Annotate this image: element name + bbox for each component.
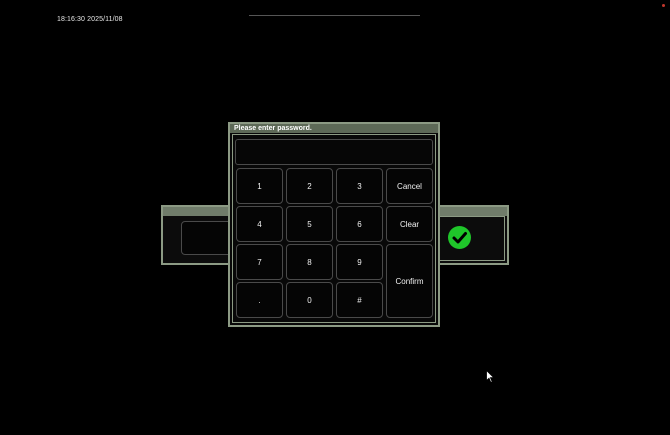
- key-2[interactable]: 2: [286, 168, 333, 204]
- key-5[interactable]: 5: [286, 206, 333, 242]
- key-9[interactable]: 9: [336, 244, 383, 280]
- key-1[interactable]: 1: [236, 168, 283, 204]
- confirm-button[interactable]: Confirm: [386, 244, 433, 318]
- status-indicator-dot: [662, 4, 665, 7]
- key-hash[interactable]: #: [336, 282, 383, 318]
- key-4[interactable]: 4: [236, 206, 283, 242]
- key-6[interactable]: 6: [336, 206, 383, 242]
- key-3[interactable]: 3: [336, 168, 383, 204]
- mouse-pointer-icon: [486, 369, 495, 388]
- background-panel-field[interactable]: [181, 221, 235, 255]
- dialog-title: Please enter password.: [230, 124, 438, 133]
- status-clock: 18:16:30 2025/11/08: [57, 16, 123, 23]
- check-mark-glyph: [452, 232, 467, 244]
- key-7[interactable]: 7: [236, 244, 283, 280]
- key-8[interactable]: 8: [286, 244, 333, 280]
- key-dot[interactable]: .: [236, 282, 283, 318]
- cancel-button[interactable]: Cancel: [386, 168, 433, 204]
- key-0[interactable]: 0: [286, 282, 333, 318]
- clear-button[interactable]: Clear: [386, 206, 433, 242]
- password-input[interactable]: [235, 139, 433, 165]
- check-circle-icon[interactable]: [448, 226, 471, 249]
- password-dialog: Please enter password. 1 2 3 Cancel 4 5 …: [228, 122, 440, 327]
- top-divider: [249, 15, 420, 16]
